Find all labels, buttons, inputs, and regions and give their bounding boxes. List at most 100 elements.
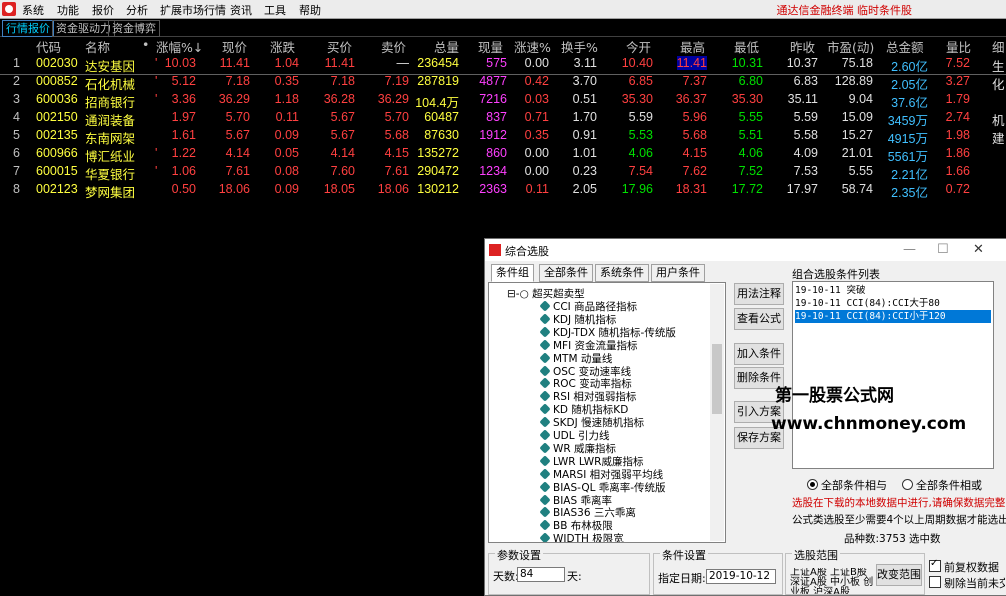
column-header[interactable]: 代码 <box>36 37 61 56</box>
column-header[interactable]: 今开 <box>626 37 651 56</box>
cell-amount: 2.21亿 <box>891 168 928 182</box>
radio-or[interactable]: 全部条件相或 <box>902 477 982 493</box>
tab-condition-group[interactable]: 条件组 <box>491 264 534 282</box>
list-item-selected[interactable]: 19-10-11 CCI(84):CCI小于120 <box>795 310 991 323</box>
column-header[interactable]: 昨收 <box>790 37 815 56</box>
minimize-icon[interactable]: — <box>903 242 916 257</box>
menu-help[interactable]: 帮助 <box>299 2 321 18</box>
close-icon[interactable]: ✕ <box>973 242 984 257</box>
table-row[interactable]: 5 002135 东南网架 1.61 5.67 0.09 5.67 5.68 87630 1912… <box>0 128 1006 146</box>
hint-text: 公式类选股至少需要4个以上周期数据才能选出 <box>792 514 1006 526</box>
cell-chg-pct: 5.12 <box>171 74 196 88</box>
indicator-icon <box>539 442 551 454</box>
tab-user-conditions[interactable]: 用户条件 <box>651 264 705 282</box>
indicator-icon <box>539 455 551 467</box>
tab-fund-drive[interactable]: 资金驱动力 <box>52 20 115 37</box>
menu-tools[interactable]: 工具 <box>264 2 286 18</box>
tab-system-conditions[interactable]: 系统条件 <box>595 264 649 282</box>
column-header[interactable]: 总金额 <box>886 37 924 56</box>
table-row[interactable]: 1 002030 达安基因 ' 10.03 11.41 1.04 11.41 — 236454 57… <box>0 56 1006 75</box>
cell-ratio: 3.27 <box>945 74 970 88</box>
change-range-button[interactable]: 改变范围 <box>876 564 922 586</box>
column-header[interactable]: 卖价 <box>381 37 406 56</box>
table-row[interactable]: 3 600036 招商银行 ' 3.36 36.29 1.18 36.28 36.29 104.4… <box>0 92 1006 110</box>
cell-extra: 化 <box>992 78 1005 92</box>
menu-quote[interactable]: 报价 <box>92 2 114 18</box>
column-header[interactable]: 最低 <box>734 37 759 56</box>
table-row[interactable]: 2 000852 石化机械 ' 5.12 7.18 0.35 7.18 7.19 287819 48… <box>0 74 1006 92</box>
cell-speed: 0.71 <box>524 110 549 124</box>
column-header[interactable]: 现量 <box>478 37 503 56</box>
tree-item[interactable]: WIDTH 极限宽 <box>539 531 624 542</box>
maximize-icon[interactable]: ☐ <box>937 242 949 257</box>
scroll-thumb[interactable] <box>712 344 722 414</box>
radio-and[interactable]: 全部条件相与 <box>807 477 887 493</box>
column-header[interactable]: 买价 <box>327 37 352 56</box>
cell-turnover: 1.70 <box>572 110 597 124</box>
cell-low: 17.72 <box>731 182 763 196</box>
column-header[interactable]: 细 <box>992 37 1005 56</box>
column-header[interactable]: 涨幅%↓ <box>156 37 203 56</box>
add-condition-button[interactable]: 加入条件 <box>734 343 784 365</box>
tree-scrollbar[interactable] <box>710 284 724 541</box>
table-row[interactable]: 4 002150 通润装备 1.97 5.70 0.11 5.67 5.70 60487 837 0… <box>0 110 1006 128</box>
cell-price: 5.67 <box>225 128 250 142</box>
menu-function[interactable]: 功能 <box>57 2 79 18</box>
count-readout: 品种数:3753 <box>844 533 906 545</box>
menu-news[interactable]: 资讯 <box>230 2 252 18</box>
remove-untraded-checkbox[interactable]: 剔除当前未交易的品种 <box>929 575 1005 591</box>
cell-code: 002123 <box>36 182 78 196</box>
cell-cur-vol: 860 <box>486 146 507 160</box>
cell-mark: ' <box>155 146 158 160</box>
column-header[interactable]: 现价 <box>222 37 247 56</box>
cell-amount: 5561万 <box>887 150 928 164</box>
list-item[interactable]: 19-10-11 CCI(84):CCI大于80 <box>795 297 991 310</box>
usage-note-button[interactable]: 用法注释 <box>734 283 784 305</box>
view-formula-button[interactable]: 查看公式 <box>734 308 784 330</box>
cell-chg-pct: 1.22 <box>171 146 196 160</box>
menu-analysis[interactable]: 分析 <box>126 2 148 18</box>
cell-mark: ' <box>155 164 158 178</box>
cell-turnover: 0.23 <box>572 164 597 178</box>
cell-cur-vol: 575 <box>486 56 507 70</box>
column-header[interactable]: 涨跌 <box>270 37 295 56</box>
menu-system[interactable]: 系统 <box>22 2 44 18</box>
column-header[interactable]: 名称 <box>85 37 110 56</box>
condition-tree[interactable]: ⊟-○ 超买超卖型 CCI 商品路径指标 KDJ 随机指标 KDJ-TDX 随机指标… <box>488 282 726 543</box>
cell-mark: ' <box>155 92 158 106</box>
list-item[interactable]: 19-10-11 突破 <box>795 284 991 297</box>
column-header[interactable]: 最高 <box>680 37 705 56</box>
cell-bid: 18.05 <box>323 182 355 196</box>
column-header[interactable]: 量比 <box>946 37 971 56</box>
days-input[interactable]: 84 <box>517 567 565 582</box>
tab-quote[interactable]: 行情报价 <box>2 20 54 37</box>
cell-amount: 2.60亿 <box>891 60 928 74</box>
checkbox-on-icon <box>929 558 941 572</box>
adjust-checkbox[interactable]: 前复权数据 <box>929 558 999 575</box>
cell-code: 600015 <box>36 164 78 178</box>
table-row[interactable]: 8 002123 梦网集团 0.50 18.06 0.09 18.05 18.06 130212… <box>0 182 1006 200</box>
cell-ratio: 7.52 <box>945 56 970 70</box>
tab-fund-game[interactable]: 资金博弈 <box>108 20 160 37</box>
menu-ext-market[interactable]: 扩展市场行情 <box>160 2 226 18</box>
column-header[interactable]: 市盈(动) <box>827 37 874 56</box>
cell-amount: 4915万 <box>887 132 928 146</box>
cell-ratio: 1.86 <box>945 146 970 160</box>
table-row[interactable]: 7 600015 华夏银行 ' 1.06 7.61 0.08 7.60 7.61 290472 12… <box>0 164 1006 182</box>
tab-all-conditions[interactable]: 全部条件 <box>539 264 593 282</box>
expand-icon[interactable]: ⊟-○ <box>507 288 529 300</box>
date-picker[interactable]: 2019-10-12 <box>706 569 776 584</box>
cell-ask: 18.06 <box>377 182 409 196</box>
dialog-title: 综合选股 <box>505 245 549 258</box>
cell-price: 7.61 <box>225 164 250 178</box>
column-header[interactable]: 换手% <box>561 37 598 56</box>
table-row[interactable]: 6 600966 博汇纸业 ' 1.22 4.14 0.05 4.14 4.15 135272 86… <box>0 146 1006 164</box>
column-header[interactable]: 总量 <box>434 37 459 56</box>
cell-chg-pct: 1.06 <box>171 164 196 178</box>
column-header[interactable]: 涨速% <box>514 37 551 56</box>
combo-condition-list[interactable]: 19-10-11 突破 19-10-11 CCI(84):CCI大于80 19-… <box>792 281 994 469</box>
menu-bar: 系统 功能 报价 分析 扩展市场行情 资讯 工具 帮助 通达信金融终端 临时条件… <box>0 0 1006 19</box>
cell-name: 达安基因 <box>85 60 136 74</box>
column-header[interactable]: • <box>142 37 149 52</box>
cell-code: 002030 <box>36 56 78 70</box>
